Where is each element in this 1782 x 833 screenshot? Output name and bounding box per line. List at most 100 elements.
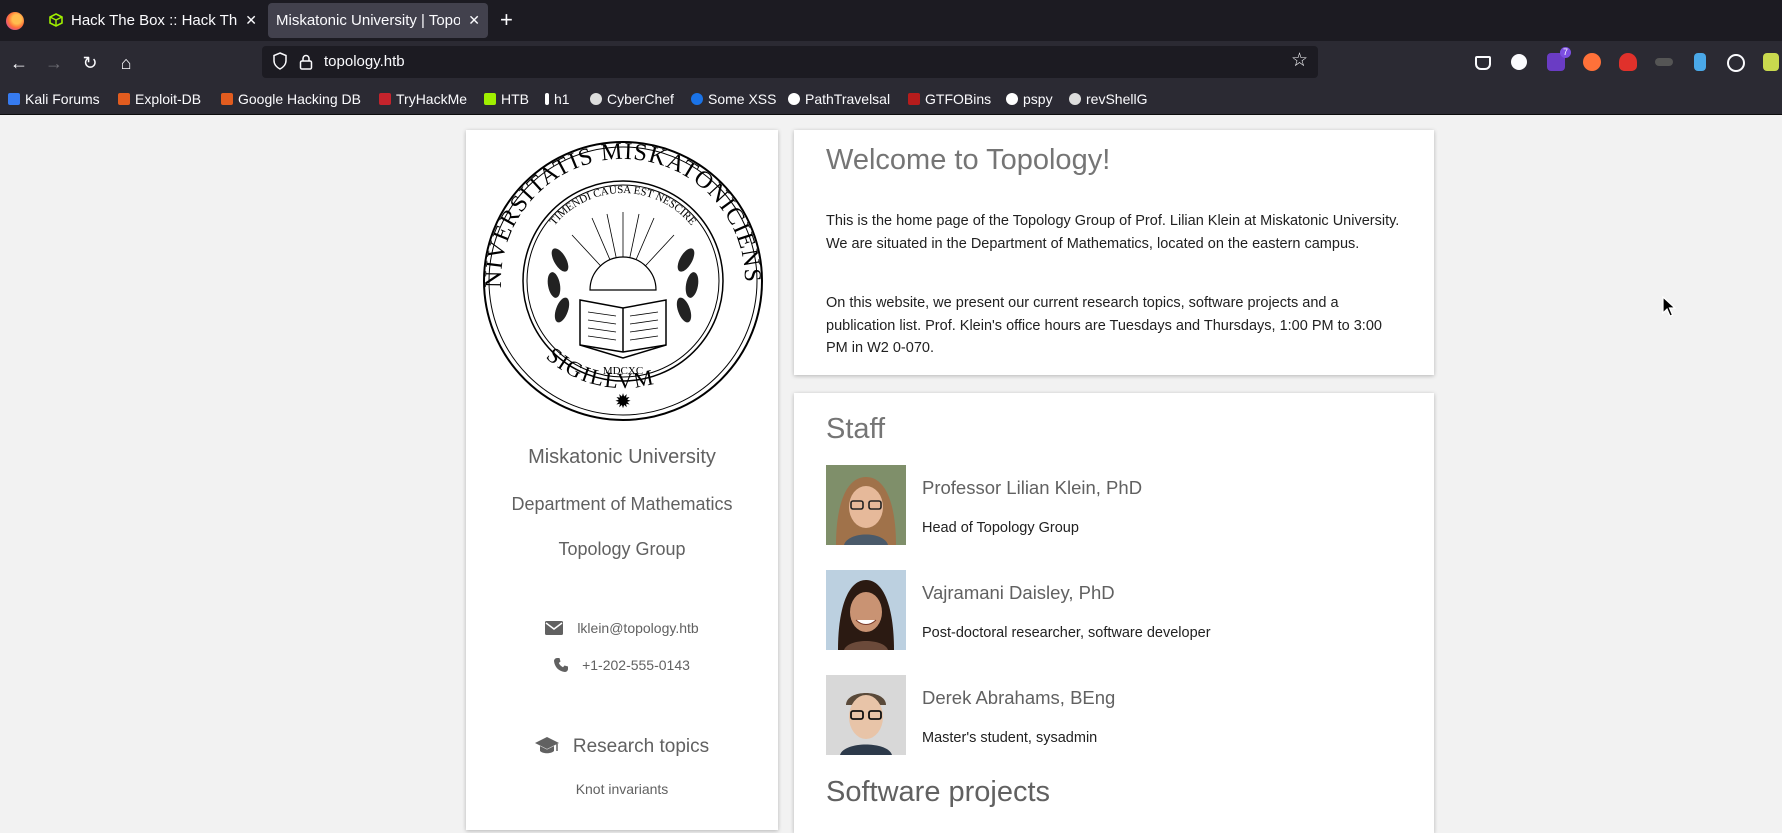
staff-member: Professor Lilian Klein, PhD Head of Topo… (826, 465, 1406, 545)
bookmark-exploit-db[interactable]: Exploit-DB (118, 85, 201, 114)
lock-icon[interactable] (298, 53, 314, 71)
staff-name: Vajramani Daisley, PhD (922, 582, 1115, 603)
bookmark-label: PathTravelsal (805, 91, 891, 107)
welcome-paragraph-2: On this website, we present our current … (826, 295, 1382, 356)
close-tab-icon[interactable]: ✕ (468, 3, 480, 38)
bookmark-htb[interactable]: HTB (484, 85, 529, 114)
phone-row: +1-202-555-0143 (466, 657, 778, 673)
bookmark-pathtravelsal[interactable]: PathTravelsal (788, 85, 890, 114)
extension-shield-icon[interactable]: 7 (1547, 47, 1571, 71)
bookmark-pspy[interactable]: pspy (1006, 85, 1053, 114)
tryhackme-icon (379, 93, 391, 105)
tab-title: Hack The Box :: Hack The Box (71, 12, 237, 29)
forward-button[interactable]: → (40, 49, 68, 77)
bookmark-label: HTB (501, 91, 529, 107)
bookmark-label: CyberChef (607, 91, 674, 107)
bookmark-some-xss[interactable]: Some XSS (691, 85, 776, 114)
address-bar[interactable]: topology.htb ☆ (262, 46, 1318, 78)
url-text[interactable]: topology.htb (324, 46, 405, 78)
htb-cube-icon (49, 13, 63, 27)
home-button[interactable]: ⌂ (112, 49, 140, 77)
staff-heading: Staff (826, 413, 886, 445)
shield-icon[interactable] (272, 52, 288, 70)
welcome-heading: Welcome to Topology! (826, 144, 1111, 176)
bookmark-label: Kali Forums (25, 91, 100, 107)
university-name: Miskatonic University (528, 446, 716, 468)
back-button[interactable]: ← (5, 49, 33, 77)
bookmark-star-icon[interactable]: ☆ (1291, 49, 1308, 72)
extension-window-icon[interactable] (1763, 53, 1779, 71)
email-link[interactable]: lklein@topology.htb (577, 620, 698, 636)
research-heading-text: Research topics (572, 736, 710, 757)
mouse-cursor-icon (1662, 296, 1676, 317)
bookmark-kali-forums[interactable]: Kali Forums (8, 85, 100, 114)
seal-star-icon: ✹ (615, 391, 632, 413)
phone-number: +1-202-555-0143 (582, 657, 690, 673)
settings-gear-icon[interactable] (1727, 54, 1745, 72)
close-tab-icon[interactable]: ✕ (245, 3, 257, 38)
bookmark-label: h1 (554, 91, 570, 107)
bookmarks-toolbar: Kali Forums Exploit-DB Google Hacking DB… (0, 85, 1782, 115)
bookmark-revshellg[interactable]: revShellG (1069, 85, 1147, 114)
google-icon (691, 93, 703, 105)
staff-photo (826, 465, 906, 545)
exploit-db-icon (118, 93, 130, 105)
bookmark-gtfobins[interactable]: GTFOBins (908, 85, 991, 114)
ghdb-icon (221, 93, 233, 105)
bookmark-label: TryHackMe (396, 91, 468, 107)
bookmark-label: Google Hacking DB (238, 91, 361, 107)
staff-member: Vajramani Daisley, PhD Post-doctoral res… (826, 570, 1406, 650)
browser-nav-bar: ← → ↻ ⌂ topology.htb ☆ 7 (0, 41, 1782, 85)
kali-icon (8, 93, 20, 105)
bookmark-cyberchef[interactable]: CyberChef (590, 85, 674, 114)
bookmark-google-hacking-db[interactable]: Google Hacking DB (221, 85, 361, 114)
staff-role: Master's student, sysadmin (922, 730, 1098, 746)
spy-hat-icon[interactable] (1655, 58, 1673, 66)
tab-topology[interactable]: Miskatonic University | Topology Group ✕ (268, 3, 488, 38)
seal-year: MDCXC (603, 365, 643, 377)
chef-hat-icon (590, 93, 602, 105)
staff-name: Professor Lilian Klein, PhD (922, 477, 1143, 498)
welcome-card: Welcome to Topology! This is the home pa… (794, 130, 1434, 375)
bookmark-h1[interactable]: h1 (545, 85, 570, 114)
staff-role: Head of Topology Group (922, 520, 1079, 536)
reload-button[interactable]: ↻ (76, 49, 104, 77)
group-name: Topology Group (558, 539, 686, 559)
github-icon (1006, 93, 1018, 105)
phone-icon (554, 658, 569, 672)
research-topic-item: Knot invariants (575, 781, 669, 797)
staff-member: Derek Abrahams, BEng Master's student, s… (826, 675, 1406, 755)
graduation-cap-icon (534, 737, 559, 754)
foxyproxy-icon[interactable] (1583, 53, 1601, 71)
envelope-icon (545, 621, 564, 635)
extension-badge: 7 (1559, 47, 1571, 58)
email-row: lklein@topology.htb (466, 620, 778, 636)
account-icon[interactable] (1511, 54, 1527, 70)
bookmark-label: revShellG (1086, 91, 1148, 107)
university-seal-logo: UNIVERSITATIS MISKATONICIENSIS SIGILLVM … (482, 140, 764, 421)
department-name: Department of Mathematics (511, 494, 733, 514)
cookie-editor-icon[interactable] (1694, 53, 1706, 71)
staff-card: Staff Professor Lilian Klein, PhD Head o… (794, 393, 1434, 833)
research-topics-heading: Research topics (466, 736, 778, 758)
github-icon (788, 93, 800, 105)
gtfobins-icon (908, 93, 920, 105)
bookmark-tryhackme[interactable]: TryHackMe (379, 85, 467, 114)
bookmark-label: GTFOBins (925, 91, 992, 107)
skull-icon (1069, 93, 1081, 105)
tab-title: Miskatonic University | Topology Group (276, 12, 460, 29)
bookmark-label: Exploit-DB (135, 91, 202, 107)
bookmark-label: pspy (1023, 91, 1053, 107)
staff-role: Post-doctoral researcher, software devel… (922, 625, 1211, 641)
staff-photo (826, 570, 906, 650)
pocket-icon[interactable] (1475, 56, 1491, 70)
software-projects-heading: Software projects (826, 776, 1051, 808)
new-tab-button[interactable]: + (500, 6, 513, 34)
sidebar-card: UNIVERSITATIS MISKATONICIENSIS SIGILLVM … (466, 130, 778, 830)
welcome-paragraph-1: This is the home page of the Topology Gr… (826, 213, 1400, 252)
wappalyzer-icon[interactable] (1619, 53, 1637, 71)
browser-tab-bar: Hack The Box :: Hack The Box ✕ Miskatoni… (0, 0, 1782, 41)
tab-hackthebox[interactable]: Hack The Box :: Hack The Box ✕ (37, 3, 265, 38)
firefox-menu-icon[interactable] (6, 12, 24, 30)
hackerone-icon (545, 93, 549, 105)
